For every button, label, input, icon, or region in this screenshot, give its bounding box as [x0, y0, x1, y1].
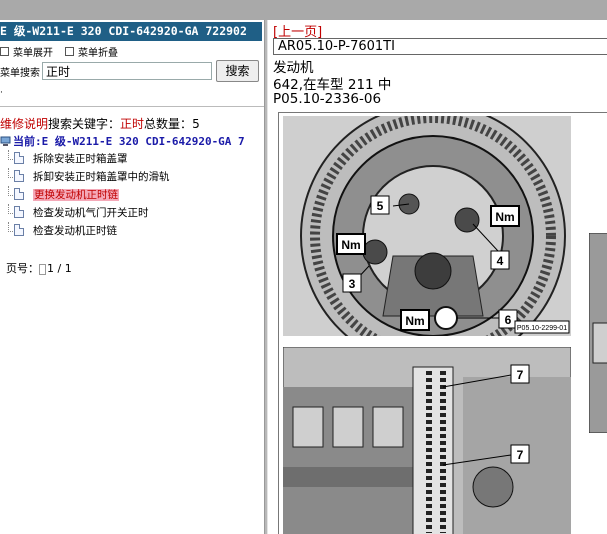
- torque-label: Nm: [495, 210, 514, 224]
- callout-4: 4: [497, 254, 504, 268]
- figure-code-line: P05.10-2336-06: [273, 91, 382, 107]
- count-value: 5: [192, 117, 200, 131]
- menu-toggle-row: 菜单展开 菜单折叠: [0, 44, 118, 59]
- menu-collapse-label: 菜单折叠: [78, 47, 118, 59]
- timing-chain-illustration: 7 7: [283, 347, 571, 534]
- callout-7-bottom: 7: [517, 448, 524, 462]
- camshaft-sprocket-illustration: 5 4 3 6 Nm Nm Nm P05.10-2299-01: [283, 116, 571, 336]
- callout-6: 6: [505, 313, 512, 327]
- document-icon: [14, 224, 24, 236]
- tree-item-label: 更换发动机正时链: [33, 189, 119, 201]
- document-id-box: AR05.10-P-7601TI: [273, 38, 607, 55]
- search-input[interactable]: [42, 62, 212, 80]
- computer-icon: [0, 136, 11, 146]
- keyword-label: 搜索关键字：: [48, 117, 121, 131]
- document-icon: [14, 170, 24, 182]
- search-label: 菜单搜索: [0, 67, 40, 79]
- current-vehicle-label: 当前:E 级-W211-E 320 CDI-642920-GA 7: [13, 135, 245, 148]
- callout-7-top: 7: [517, 368, 524, 382]
- tree-item-remove-timing-cover[interactable]: 拆除安装正时箱盖罩: [0, 150, 170, 168]
- right-panel: [上一页] AR05.10-P-7601TI 发动机 642,在车型 211 中…: [268, 20, 607, 534]
- menu-collapse-link[interactable]: 菜单折叠: [65, 44, 118, 59]
- callout-5: 5: [377, 199, 384, 213]
- left-panel: E 级-W211-E 320 CDI-642920-GA 722902 菜单展开…: [0, 20, 264, 534]
- separator-line: [0, 106, 264, 107]
- bullet-dot: ·: [0, 88, 3, 98]
- keyword-value: 正时: [120, 117, 145, 131]
- side-illustration-fragment: [589, 233, 607, 433]
- pager-value: 1 / 1: [47, 262, 72, 275]
- collapse-icon: [65, 46, 74, 56]
- torque-label: Nm: [405, 314, 424, 328]
- search-result-header: 维修说明搜索关键字：正时总数量：5: [0, 115, 200, 132]
- expand-icon: [0, 46, 9, 56]
- result-prefix: 维修说明: [0, 117, 49, 131]
- tree-item-check-valve-timing[interactable]: 检查发动机气门开关正时: [0, 204, 170, 222]
- tree-item-label: 拆卸安装正时箱盖罩中的滑轨: [33, 171, 170, 183]
- menu-expand-label: 菜单展开: [13, 47, 53, 59]
- count-label: 总数量：: [144, 117, 193, 131]
- current-vehicle-node[interactable]: 当前:E 级-W211-E 320 CDI-642920-GA 7: [0, 133, 245, 149]
- search-button[interactable]: 搜索: [216, 60, 259, 82]
- tree-item-label: 拆除安装正时箱盖罩: [33, 153, 128, 165]
- document-icon: [14, 206, 24, 218]
- menu-expand-link[interactable]: 菜单展开: [0, 44, 53, 59]
- pager-label: 页号：: [6, 262, 39, 275]
- model-line: 642,在车型 211 中: [273, 77, 392, 93]
- document-icon: [14, 152, 24, 164]
- tree-item-label: 检查发动机气门开关正时: [33, 207, 149, 219]
- search-row: 菜单搜索 搜索: [0, 60, 259, 82]
- window-top-bar: [0, 0, 607, 20]
- torque-label: Nm: [341, 238, 360, 252]
- tree-item-timing-cover-rail[interactable]: 拆卸安装正时箱盖罩中的滑轨: [0, 168, 170, 186]
- figure-code-small: P05.10-2299-01: [517, 325, 567, 332]
- pager: 页号： 1 / 1: [6, 260, 72, 276]
- document-icon: [14, 188, 24, 200]
- tree-item-replace-timing-chain[interactable]: 更换发动机正时链: [0, 186, 170, 204]
- figure-panel: 5 4 3 6 Nm Nm Nm P05.10-2299-01 7 7: [278, 112, 607, 534]
- callout-3: 3: [349, 277, 356, 291]
- tree-item-label: 检查发动机正时链: [33, 225, 117, 237]
- vehicle-title: E 级-W211-E 320 CDI-642920-GA 722902: [0, 22, 262, 41]
- page-box-icon: [39, 263, 46, 275]
- result-tree: 拆除安装正时箱盖罩 拆卸安装正时箱盖罩中的滑轨 更换发动机正时链 检查发动机气门…: [0, 150, 170, 240]
- tree-item-check-timing-chain[interactable]: 检查发动机正时链: [0, 222, 170, 240]
